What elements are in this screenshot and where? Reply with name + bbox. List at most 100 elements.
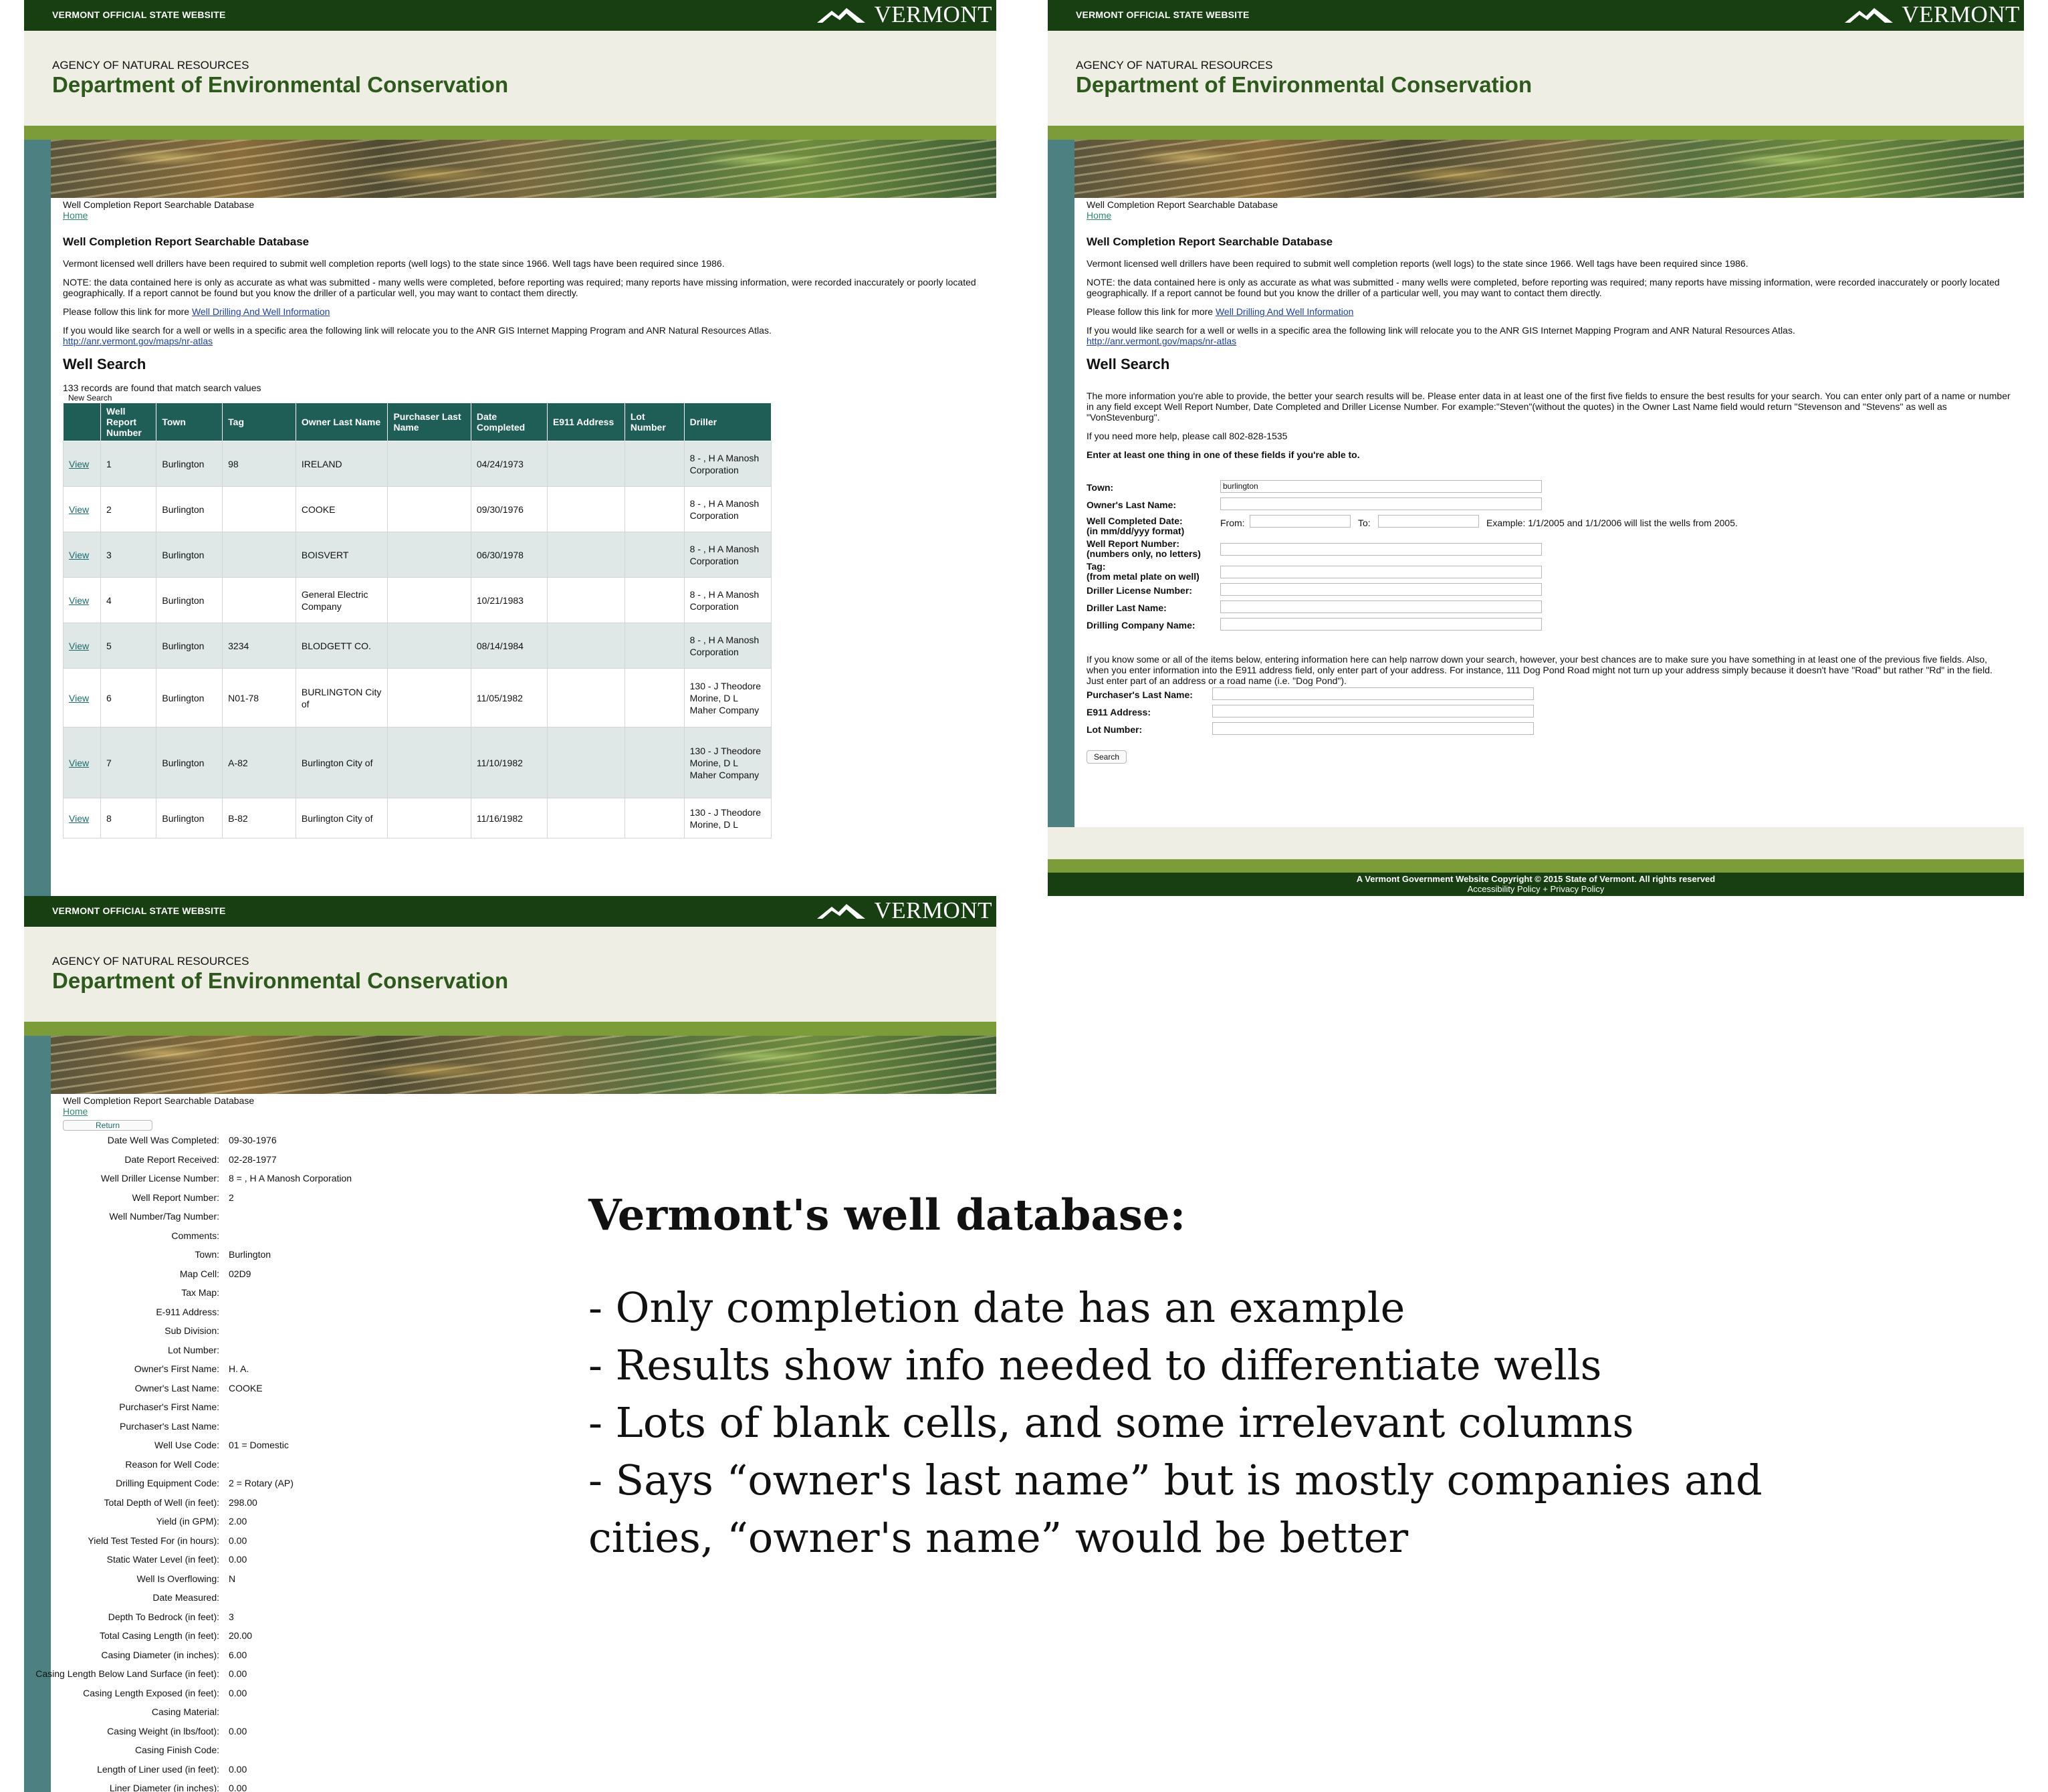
detail-value: 0.00 (229, 1668, 247, 1679)
detail-value: 6.00 (229, 1649, 247, 1660)
report-number-input[interactable] (1220, 543, 1542, 556)
view-link[interactable]: View (69, 504, 89, 515)
col-purchaser-header[interactable]: Purchaser Last Name (387, 403, 471, 441)
vermont-logo[interactable]: VERMONT (1902, 1, 2020, 28)
atlas-link[interactable]: http://anr.vermont.gov/maps/nr-atlas (63, 336, 213, 346)
col-driller-header[interactable]: Driller (683, 403, 772, 441)
vermont-logo[interactable]: VERMONT (874, 897, 992, 924)
detail-label: Drilling Equipment Code: (116, 1478, 219, 1488)
detail-row: Owner's Last Name: COOKE (51, 1382, 559, 1395)
purchaser-cell (387, 668, 471, 727)
view-link[interactable]: View (69, 693, 89, 703)
detail-row: Well Driller License Number: 8 = , H A Ma… (51, 1172, 559, 1186)
return-button[interactable]: Return (63, 1120, 153, 1131)
detail-label: Depth To Bedrock (in feet): (108, 1611, 219, 1622)
vermont-logo[interactable]: VERMONT (874, 1, 992, 28)
detail-label: Yield Test Tested For (in hours): (88, 1535, 219, 1546)
col-report-number-header[interactable]: Well Report Number (100, 403, 157, 441)
driller-license-label: Driller License Number: (1087, 585, 1192, 596)
view-link[interactable]: View (69, 641, 89, 651)
view-link[interactable]: View (69, 813, 89, 824)
state-topbar: VERMONT OFFICIAL STATE WEBSITE VERMONT (1048, 0, 2024, 31)
view-link[interactable]: View (69, 758, 89, 768)
detail-label: Date Measured: (152, 1592, 219, 1603)
town-cell: Burlington (156, 577, 223, 623)
company-name-input[interactable] (1220, 618, 1542, 631)
detail-row: Date Measured: (51, 1591, 559, 1605)
town-input[interactable]: burlington (1220, 480, 1542, 493)
e911-cell (546, 486, 625, 532)
view-link[interactable]: View (69, 595, 89, 606)
detail-value: 0.00 (229, 1763, 247, 1775)
report-number-cell: 7 (100, 727, 157, 798)
detail-label: Liner Diameter (in inches): (109, 1783, 219, 1792)
table-row: View 3 Burlington BOISVERT 06/30/1978 8 - , H… (63, 532, 772, 578)
detail-value: 0.00 (229, 1783, 247, 1792)
search-button[interactable]: Search (1087, 750, 1127, 764)
lot-cell (624, 623, 685, 669)
detail-label: Well Driller License Number: (100, 1173, 219, 1184)
detail-label: Length of Liner used (in feet): (97, 1763, 219, 1775)
tag-cell: A-82 (222, 727, 296, 798)
col-e911-header[interactable]: E911 Address (546, 403, 625, 441)
state-topbar: VERMONT OFFICIAL STATE WEBSITE VERMONT (24, 0, 996, 31)
results-screenshot: VERMONT OFFICIAL STATE WEBSITE VERMONT A… (24, 0, 996, 896)
detail-label: Reason for Well Code: (125, 1458, 219, 1470)
report-number-hint: (numbers only, no letters) (1087, 548, 1201, 559)
detail-value: COOKE (229, 1382, 263, 1393)
detail-row: Town: Burlington (51, 1248, 559, 1262)
purchaser-cell (387, 577, 471, 623)
lot-cell (624, 486, 685, 532)
owner-cell: BURLINGTON City of (295, 668, 388, 727)
new-search-button[interactable]: New Search (63, 393, 987, 403)
left-sidebar (1048, 140, 1074, 829)
detail-label: Purchaser's First Name: (119, 1402, 219, 1412)
detail-label: Lot Number: (167, 1344, 219, 1355)
date-cell: 08/14/1984 (470, 623, 548, 669)
well-info-link[interactable]: Well Drilling And Well Information (192, 306, 330, 317)
col-tag-header[interactable]: Tag (222, 403, 296, 441)
col-town-header[interactable]: Town (156, 403, 223, 441)
department-title[interactable]: Department of Environmental Conservation (52, 72, 508, 98)
detail-row: Total Casing Length (in feet): 20.00 (51, 1630, 559, 1643)
detail-label: Sub Division: (164, 1325, 219, 1336)
owner-last-name-input[interactable] (1220, 497, 1542, 510)
view-cell: View (63, 623, 101, 669)
policy-links[interactable]: Accessibility Policy + Privacy Policy (1048, 884, 2024, 894)
date-from-input[interactable] (1250, 515, 1351, 528)
company-name-label: Drilling Company Name: (1087, 620, 1196, 631)
date-example: Example: 1/1/2005 and 1/1/2006 will list… (1486, 518, 1738, 528)
table-row: View 4 Burlington General Electric Company 1… (63, 577, 772, 623)
atlas-link[interactable]: http://anr.vermont.gov/maps/nr-atlas (1087, 336, 1236, 346)
date-cell: 11/16/1982 (470, 798, 548, 838)
well-info-link[interactable]: Well Drilling And Well Information (1216, 306, 1353, 317)
view-link[interactable]: View (69, 459, 89, 469)
col-date-header[interactable]: Date Completed (470, 403, 548, 441)
tag-input[interactable] (1220, 566, 1542, 578)
department-title[interactable]: Department of Environmental Conservation (1076, 72, 1532, 98)
col-owner-header[interactable]: Owner Last Name (295, 403, 388, 441)
detail-row: Length of Liner used (in feet): 0.00 (51, 1763, 559, 1777)
official-site-label[interactable]: VERMONT OFFICIAL STATE WEBSITE (1076, 9, 1250, 20)
e911-input[interactable] (1212, 705, 1534, 717)
lot-number-input[interactable] (1212, 722, 1534, 735)
detail-value: 8 = , H A Manosh Corporation (229, 1173, 352, 1184)
home-link[interactable]: Home (63, 1106, 88, 1117)
to-label: To: (1358, 518, 1371, 528)
driller-last-name-input[interactable] (1220, 600, 1542, 613)
department-title[interactable]: Department of Environmental Conservation (52, 968, 508, 994)
date-to-input[interactable] (1378, 515, 1479, 528)
purchaser-cell (387, 441, 471, 487)
col-lot-header[interactable]: Lot Number (624, 403, 685, 441)
driller-license-input[interactable] (1220, 583, 1542, 596)
official-site-label[interactable]: VERMONT OFFICIAL STATE WEBSITE (52, 9, 226, 20)
more-info-paragraph: Please follow this link for more Well Dr… (63, 306, 987, 317)
official-site-label[interactable]: VERMONT OFFICIAL STATE WEBSITE (52, 905, 226, 916)
purchaser-input[interactable] (1212, 687, 1534, 700)
agency-header: AGENCY OF NATURAL RESOURCES Department o… (24, 31, 996, 126)
detail-label: Well Is Overflowing: (136, 1573, 219, 1584)
home-link[interactable]: Home (63, 210, 88, 221)
home-link[interactable]: Home (1087, 210, 1111, 221)
view-link[interactable]: View (69, 550, 89, 560)
detail-label: Town: (195, 1249, 219, 1260)
